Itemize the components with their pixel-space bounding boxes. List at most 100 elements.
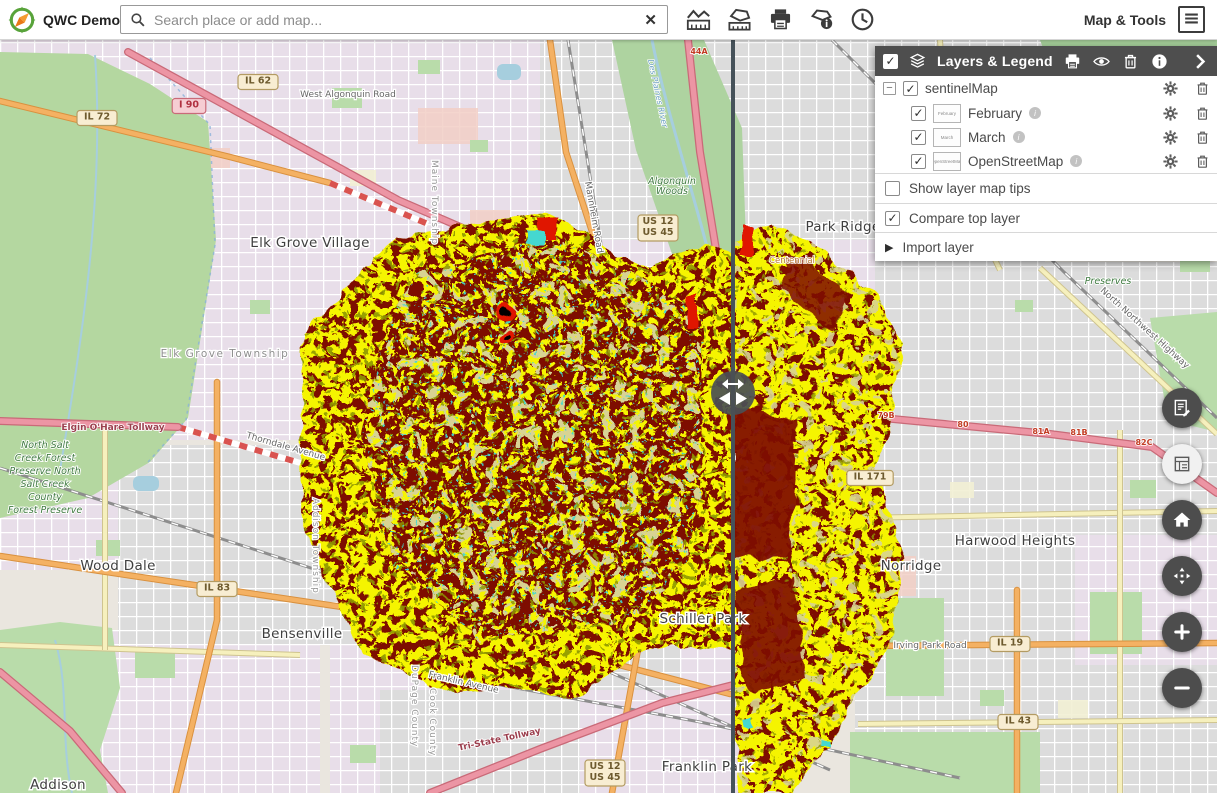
triangle-right-icon bbox=[735, 391, 748, 406]
svg-text:I 90: I 90 bbox=[179, 100, 199, 111]
layer-thumbnail: OpenStreetMap bbox=[933, 152, 961, 171]
svg-text:IL 72: IL 72 bbox=[84, 112, 110, 123]
print-button[interactable] bbox=[764, 4, 796, 36]
height-profile-button[interactable] bbox=[682, 4, 714, 36]
delete-all-icon[interactable] bbox=[1121, 52, 1140, 71]
route-shield: US 12US 45 bbox=[585, 760, 625, 786]
toolbar-tools bbox=[682, 4, 878, 36]
layer-row-openstreetmap[interactable]: OpenStreetMap OpenStreetMap bbox=[875, 149, 1217, 173]
print-icon bbox=[767, 6, 794, 33]
locate-button[interactable] bbox=[1162, 556, 1202, 596]
identify-icon bbox=[808, 6, 835, 33]
app-logo: QWC Demo bbox=[8, 5, 120, 35]
map-label: Forest Preserve bbox=[8, 505, 83, 516]
map-label: Addison bbox=[30, 777, 86, 793]
map-buttons bbox=[1162, 388, 1202, 708]
layer-delete-icon[interactable] bbox=[1194, 80, 1211, 97]
app-title: QWC Demo bbox=[43, 12, 120, 28]
map-label: Bensenville bbox=[262, 626, 343, 642]
home-icon bbox=[1172, 510, 1192, 530]
svg-text:IL 62: IL 62 bbox=[245, 76, 271, 87]
panel-title: Layers & Legend bbox=[937, 53, 1053, 69]
import-layer-row[interactable]: Import layer bbox=[875, 232, 1217, 261]
map-tools-label: Map & Tools bbox=[1084, 12, 1166, 28]
map-label: County bbox=[28, 492, 62, 503]
option-checkbox[interactable] bbox=[885, 211, 900, 226]
menu-button[interactable] bbox=[1178, 6, 1205, 33]
home-button[interactable] bbox=[1162, 500, 1202, 540]
svg-text:IL 19: IL 19 bbox=[997, 638, 1023, 649]
compare-slider-line[interactable] bbox=[731, 40, 735, 793]
layer-settings-icon[interactable] bbox=[1162, 153, 1179, 170]
map-label: Elk Grove Township bbox=[161, 348, 290, 360]
layer-info-icon[interactable] bbox=[1013, 131, 1025, 143]
layer-checkbox[interactable] bbox=[911, 154, 926, 169]
layers-panel-header: Layers & Legend bbox=[875, 46, 1217, 76]
map-label: Preserve North bbox=[9, 466, 80, 477]
layer-info-icon[interactable] bbox=[1070, 155, 1082, 167]
layer-row-february[interactable]: FebruaryFebruary bbox=[875, 101, 1217, 125]
search-input[interactable] bbox=[152, 11, 636, 29]
svg-text:IL 171: IL 171 bbox=[854, 472, 887, 483]
expand-triangle-icon bbox=[885, 241, 893, 254]
time-manager-icon bbox=[849, 6, 876, 33]
layer-info-icon[interactable] bbox=[1029, 107, 1041, 119]
map-label: Norridge bbox=[881, 558, 942, 574]
search-clear-button[interactable]: ✕ bbox=[642, 11, 659, 29]
option-row[interactable]: Show layer map tips bbox=[875, 174, 1217, 203]
root-layer-checkbox[interactable] bbox=[903, 81, 918, 96]
layer-delete-icon[interactable] bbox=[1194, 105, 1211, 122]
layer-label: March bbox=[968, 130, 1006, 145]
height-profile-icon bbox=[685, 6, 712, 33]
time-manager-button[interactable] bbox=[846, 4, 878, 36]
sublayer-list: FebruaryFebruaryMarchMarchOpenStreetMapO… bbox=[875, 101, 1217, 173]
qwc-logo-icon bbox=[8, 5, 36, 35]
attribute-form-button[interactable] bbox=[1162, 444, 1202, 484]
measure-button[interactable] bbox=[723, 4, 755, 36]
root-layer-label: sentinelMap bbox=[925, 81, 998, 96]
map-label: Salt Creek bbox=[21, 479, 70, 490]
layer-row-march[interactable]: MarchMarch bbox=[875, 125, 1217, 149]
layer-label: OpenStreetMap bbox=[968, 154, 1063, 169]
print-legend-icon[interactable] bbox=[1063, 52, 1082, 71]
layer-delete-icon[interactable] bbox=[1194, 129, 1211, 146]
layers-icon bbox=[908, 52, 927, 71]
route-shield: IL 83 bbox=[197, 582, 237, 597]
map-label: 81A bbox=[1032, 427, 1050, 436]
svg-text:US 12: US 12 bbox=[642, 216, 673, 227]
compare-slider-handle[interactable] bbox=[711, 371, 755, 415]
collapse-panel-icon[interactable] bbox=[1190, 52, 1209, 71]
map-label: West Algonquin Road bbox=[300, 90, 396, 100]
search-box[interactable]: ✕ bbox=[120, 5, 668, 34]
map-label: Wood Dale bbox=[80, 558, 155, 574]
hamburger-icon bbox=[1182, 9, 1201, 28]
route-shield: IL 43 bbox=[998, 715, 1038, 730]
layer-settings-icon[interactable] bbox=[1162, 129, 1179, 146]
layer-checkbox[interactable] bbox=[911, 130, 926, 145]
svg-text:IL 43: IL 43 bbox=[1005, 716, 1031, 727]
search-icon bbox=[129, 11, 146, 28]
identify-button[interactable] bbox=[805, 4, 837, 36]
layer-settings-icon[interactable] bbox=[1162, 105, 1179, 122]
layer-checkbox[interactable] bbox=[911, 106, 926, 121]
map-label: Maine Township bbox=[429, 160, 439, 245]
svg-text:US 45: US 45 bbox=[589, 772, 620, 783]
collapse-expander[interactable]: − bbox=[883, 82, 896, 95]
zoom-in-button[interactable] bbox=[1162, 612, 1202, 652]
svg-text:US 45: US 45 bbox=[642, 227, 673, 238]
option-row[interactable]: Compare top layer bbox=[875, 203, 1217, 232]
layer-label: February bbox=[968, 106, 1022, 121]
panel-master-checkbox[interactable] bbox=[883, 54, 898, 69]
visibility-icon[interactable] bbox=[1092, 52, 1111, 71]
map-label: 80 bbox=[957, 420, 969, 429]
sketch-button[interactable] bbox=[1162, 388, 1202, 428]
route-shield: IL 62 bbox=[238, 75, 278, 90]
option-checkbox[interactable] bbox=[885, 181, 900, 196]
info-icon[interactable] bbox=[1150, 52, 1169, 71]
layer-delete-icon[interactable] bbox=[1194, 153, 1211, 170]
zoom-out-button[interactable] bbox=[1162, 668, 1202, 708]
layer-settings-icon[interactable] bbox=[1162, 80, 1179, 97]
layer-row-root[interactable]: − sentinelMap bbox=[875, 76, 1217, 101]
zoom-in-icon bbox=[1172, 622, 1192, 642]
measure-icon bbox=[726, 6, 753, 33]
